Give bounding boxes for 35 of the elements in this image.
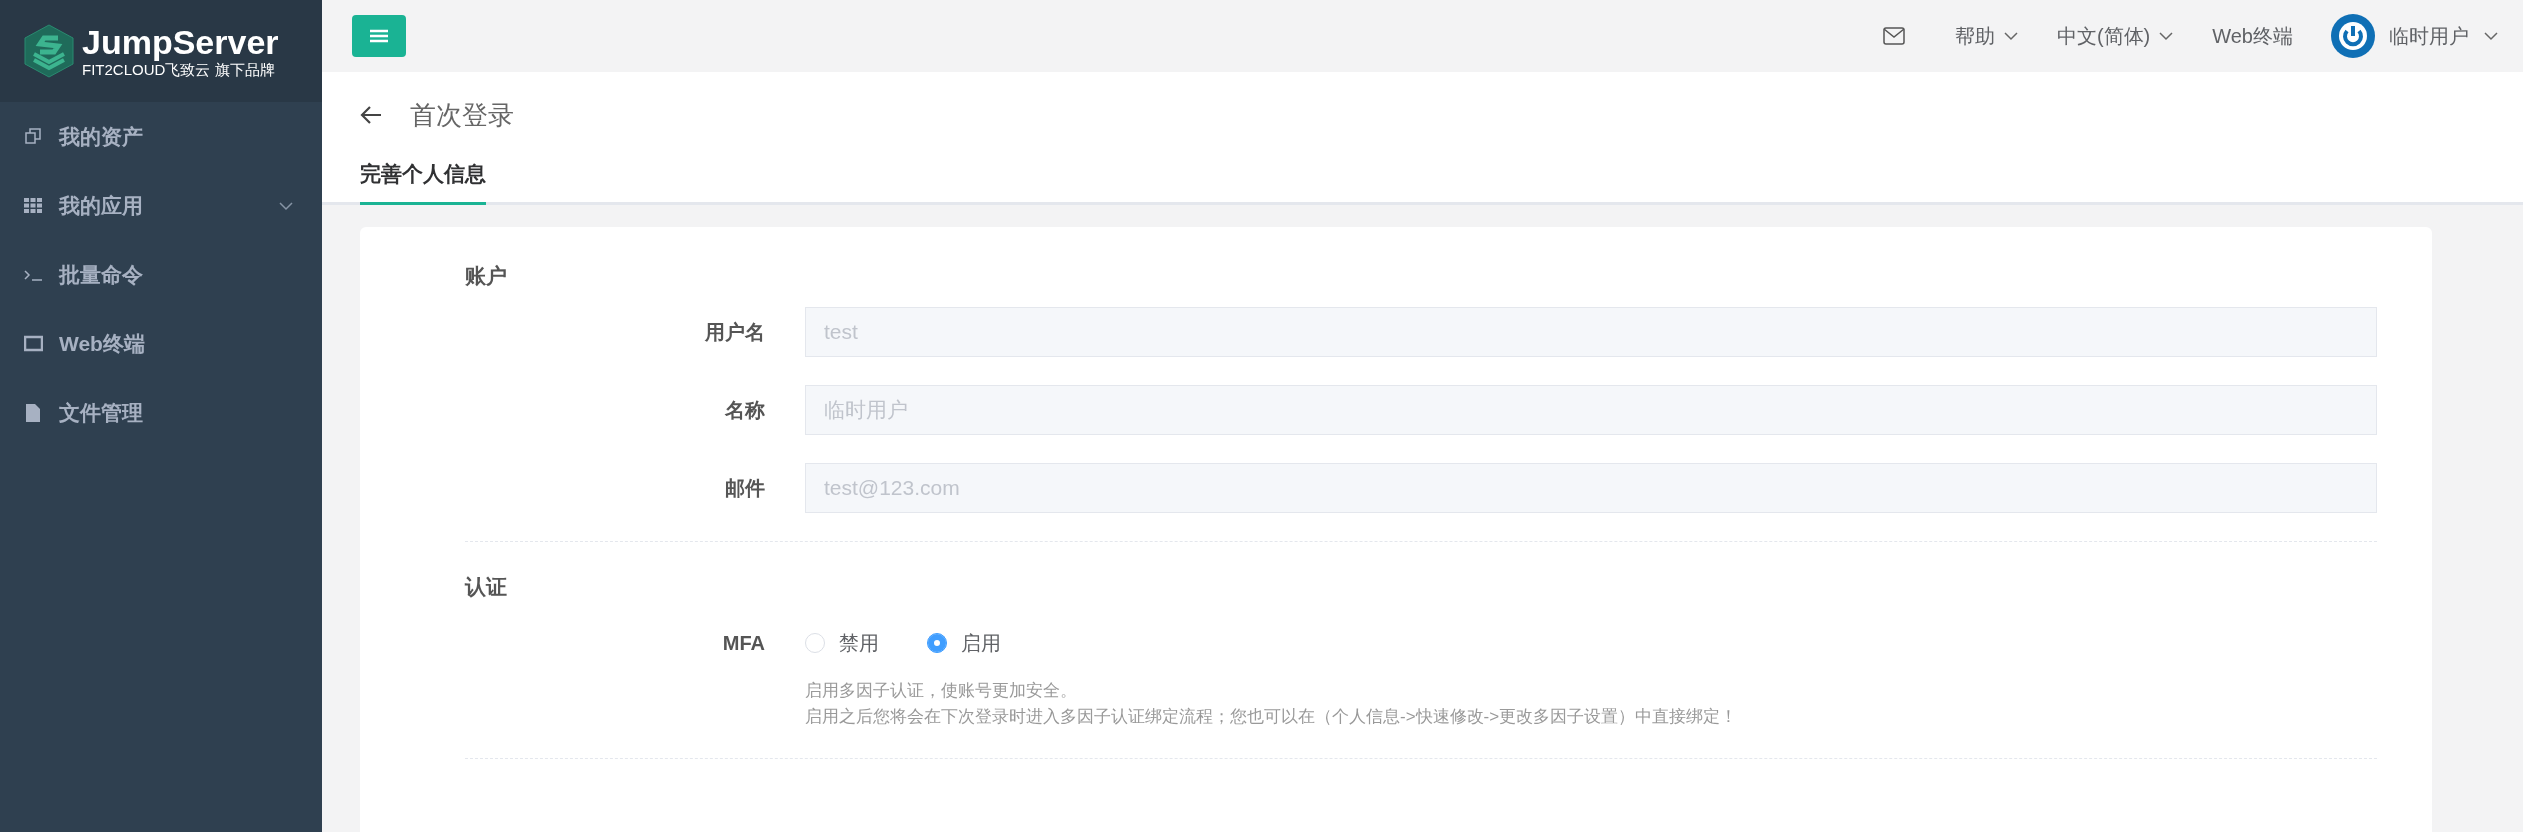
back-arrow-icon bbox=[360, 105, 382, 125]
field-label: 用户名 bbox=[704, 320, 766, 345]
section-title: 账户 bbox=[465, 263, 508, 289]
file-icon bbox=[24, 402, 43, 423]
sidebar-item[interactable]: 我的应用 bbox=[0, 171, 322, 240]
help-text: 启用之后您将会在下次登录时进入多因子认证绑定流程；您也可以在（个人信息->快速修改->更改多因子设置）中直接绑定！ bbox=[805, 706, 1739, 728]
logo-subtitle: FIT2CLOUD飞致云 旗下品牌 bbox=[82, 60, 275, 80]
radio-button[interactable] bbox=[927, 633, 947, 653]
sidebar-item[interactable]: 批量命令 bbox=[0, 240, 322, 309]
header-menu-item[interactable]: 帮助 bbox=[1954, 22, 2019, 50]
header-menu-item[interactable]: Web终端 bbox=[2212, 22, 2293, 50]
menu-button[interactable] bbox=[352, 15, 406, 57]
field-label: MFA bbox=[721, 631, 766, 656]
header-menu-item[interactable]: 中文(简体) bbox=[2056, 22, 2175, 50]
help-text: 启用多因子认证，使账号更加安全。 bbox=[805, 680, 1078, 702]
logo-icon bbox=[24, 24, 74, 78]
mail-icon bbox=[1882, 27, 1905, 45]
copy-icon bbox=[24, 126, 43, 147]
radio-option[interactable]: 禁用 bbox=[805, 629, 879, 657]
page-title: 首次登录 bbox=[410, 98, 514, 132]
menu-icon bbox=[370, 29, 388, 43]
sidebar-item[interactable]: 文件管理 bbox=[0, 378, 322, 447]
user-menu[interactable]: 临时用户 bbox=[2331, 14, 2499, 58]
tab[interactable]: 完善个人信息 bbox=[360, 160, 486, 205]
radio-option[interactable]: 启用 bbox=[927, 629, 1001, 657]
section-title: 认证 bbox=[465, 574, 508, 600]
field-label: 名称 bbox=[724, 398, 766, 423]
logo-title: JumpServer bbox=[82, 22, 279, 61]
grid-icon bbox=[24, 195, 43, 216]
sidebar-item[interactable]: Web终端 bbox=[0, 309, 322, 378]
window-icon bbox=[24, 333, 43, 354]
chevron-down-icon bbox=[2483, 29, 2499, 43]
avatar-icon bbox=[2331, 14, 2375, 58]
sidebar-item[interactable]: 我的资产 bbox=[0, 102, 322, 171]
field-label: 邮件 bbox=[724, 476, 766, 501]
